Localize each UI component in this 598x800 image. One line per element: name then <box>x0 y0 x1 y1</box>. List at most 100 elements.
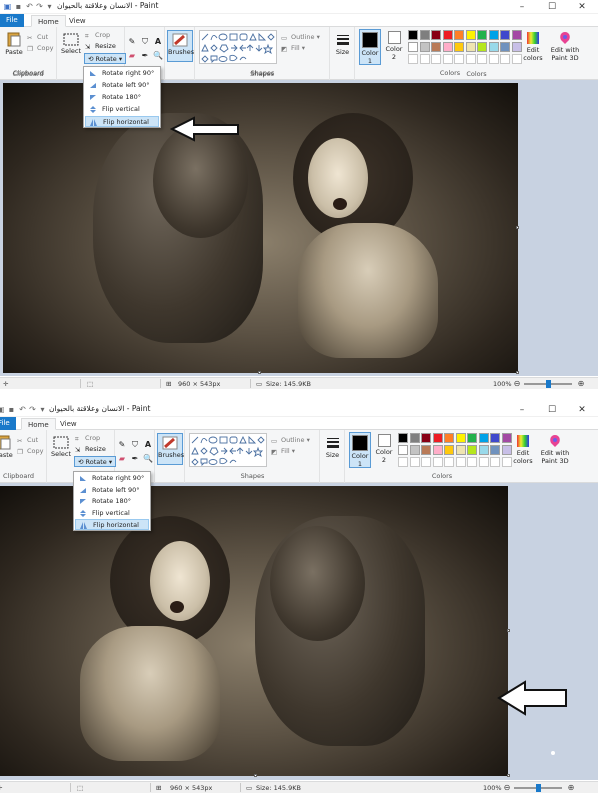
color-swatch[interactable] <box>454 42 464 52</box>
color-swatch[interactable] <box>419 30 430 40</box>
color-swatch[interactable] <box>421 433 431 443</box>
tab-home[interactable]: Home <box>21 418 56 430</box>
color-swatch[interactable] <box>431 30 441 40</box>
rotate-left-item[interactable]: Rotate left 90° <box>75 485 149 496</box>
magnifier-icon[interactable]: 🔍 <box>143 454 153 464</box>
text-tool-icon[interactable]: A <box>143 440 153 450</box>
color-swatch[interactable] <box>500 54 510 64</box>
color-swatch[interactable] <box>419 42 430 52</box>
color-swatch[interactable] <box>478 433 489 443</box>
select-button[interactable]: Select <box>50 436 72 458</box>
rotate-180-item[interactable]: Rotate 180° <box>85 92 159 103</box>
color-swatch[interactable] <box>409 457 420 467</box>
color-swatch[interactable] <box>409 445 420 455</box>
tab-file[interactable]: File <box>0 417 16 430</box>
zoom-slider-thumb[interactable] <box>536 784 541 792</box>
eraser-icon[interactable]: ▰ <box>117 454 127 464</box>
color1-button[interactable]: Color 1 <box>359 29 381 65</box>
color-picker-icon[interactable]: ✒ <box>140 51 150 61</box>
save-icon[interactable]: ▪ <box>7 405 16 414</box>
minimize-button[interactable]: – <box>510 403 534 417</box>
close-button[interactable]: ✕ <box>570 403 594 417</box>
rotate-right-item[interactable]: Rotate right 90° <box>75 473 149 484</box>
zoom-slider-thumb[interactable] <box>546 380 551 388</box>
edit-paint3d-button[interactable]: Edit with Paint 3D <box>538 434 572 465</box>
pencil-icon[interactable]: ✎ <box>117 440 127 450</box>
fill-bucket-icon[interactable]: ⛉ <box>140 37 150 47</box>
color2-button[interactable]: Color 2 <box>383 29 405 65</box>
flip-vertical-item[interactable]: Flip vertical <box>75 508 149 519</box>
color-swatch[interactable] <box>444 433 454 443</box>
minimize-button[interactable]: – <box>510 0 534 14</box>
color-swatch[interactable] <box>408 42 418 52</box>
color-swatch[interactable] <box>490 445 500 455</box>
color-swatch[interactable] <box>442 30 453 40</box>
paste-button[interactable]: Paste <box>0 434 14 459</box>
text-tool-icon[interactable]: A <box>153 37 163 47</box>
fill-button[interactable]: ◩ Fill ▾ <box>281 43 305 53</box>
color-swatch[interactable] <box>442 54 453 64</box>
paste-button[interactable]: Paste <box>4 31 24 56</box>
color-swatch[interactable] <box>488 30 499 40</box>
resize-handle-right[interactable] <box>507 629 510 632</box>
save-icon[interactable]: ▪ <box>14 2 23 11</box>
redo-icon[interactable]: ↷ <box>28 405 37 414</box>
cut-button[interactable]: ✂ Cut <box>17 435 38 445</box>
resize-handle-bottom[interactable] <box>258 371 261 374</box>
color-swatch[interactable] <box>408 30 418 40</box>
color-swatch[interactable] <box>409 433 420 443</box>
size-button[interactable]: Size <box>322 436 343 459</box>
fill-button[interactable]: ◩ Fill ▾ <box>271 446 295 456</box>
color-swatch[interactable] <box>500 30 510 40</box>
color-swatch[interactable] <box>478 457 489 467</box>
color-swatch[interactable] <box>444 445 454 455</box>
color-swatch[interactable] <box>477 42 487 52</box>
resize-handle-corner[interactable] <box>507 774 510 777</box>
resize-handle-right[interactable] <box>516 226 519 229</box>
outline-button[interactable]: ▭ Outline ▾ <box>281 32 320 42</box>
color-swatch[interactable] <box>500 42 510 52</box>
color-swatch[interactable] <box>431 42 441 52</box>
color-swatch[interactable] <box>398 433 408 443</box>
color-swatch[interactable] <box>454 54 464 64</box>
flip-vertical-item[interactable]: Flip vertical <box>85 104 159 115</box>
color-swatch[interactable] <box>398 457 408 467</box>
brushes-button[interactable]: Brushes <box>157 433 184 465</box>
tab-file[interactable]: File <box>0 14 24 27</box>
color-swatch[interactable] <box>432 433 443 443</box>
fill-bucket-icon[interactable]: ⛉ <box>130 440 140 450</box>
maximize-button[interactable]: ☐ <box>540 403 564 417</box>
rotate-button[interactable]: ⟲ Rotate ▾ <box>84 53 127 64</box>
color-swatch[interactable] <box>419 54 430 64</box>
rotate-left-item[interactable]: Rotate left 90° <box>85 80 159 91</box>
color1-button[interactable]: Color 1 <box>349 432 371 468</box>
color-swatch[interactable] <box>455 445 466 455</box>
color-swatch[interactable] <box>477 54 487 64</box>
pencil-icon[interactable]: ✎ <box>127 37 137 47</box>
color-swatch[interactable] <box>408 54 418 64</box>
zoom-in-button[interactable]: ⊕ <box>566 782 576 793</box>
tab-view[interactable]: View <box>54 418 83 430</box>
cut-button[interactable]: ✂ Cut <box>27 32 48 42</box>
edit-colors-button[interactable]: Edit colors <box>510 434 536 465</box>
color-swatch[interactable] <box>488 54 499 64</box>
image-canvas[interactable] <box>3 83 518 373</box>
color-swatch[interactable] <box>455 457 466 467</box>
brushes-button[interactable]: Brushes <box>167 30 194 62</box>
flip-horizontal-item[interactable]: Flip horizontal <box>85 116 159 127</box>
color-swatch[interactable] <box>432 457 443 467</box>
shapes-gallery[interactable] <box>199 30 277 64</box>
resize-handle-corner[interactable] <box>516 371 519 374</box>
zoom-out-button[interactable]: ⊖ <box>512 378 522 389</box>
tab-view[interactable]: View <box>63 15 92 27</box>
rotate-button[interactable]: ⟲ Rotate ▾ <box>74 456 117 467</box>
edit-colors-button[interactable]: Edit colors <box>520 31 546 62</box>
color-swatch[interactable] <box>442 42 453 52</box>
undo-icon[interactable]: ↶ <box>25 2 34 11</box>
zoom-in-button[interactable]: ⊕ <box>576 378 586 389</box>
color-swatch[interactable] <box>490 457 500 467</box>
color-swatch[interactable] <box>455 433 466 443</box>
copy-button[interactable]: ❐ Copy <box>27 43 54 53</box>
color-swatch[interactable] <box>465 42 476 52</box>
outline-button[interactable]: ▭ Outline ▾ <box>271 435 310 445</box>
